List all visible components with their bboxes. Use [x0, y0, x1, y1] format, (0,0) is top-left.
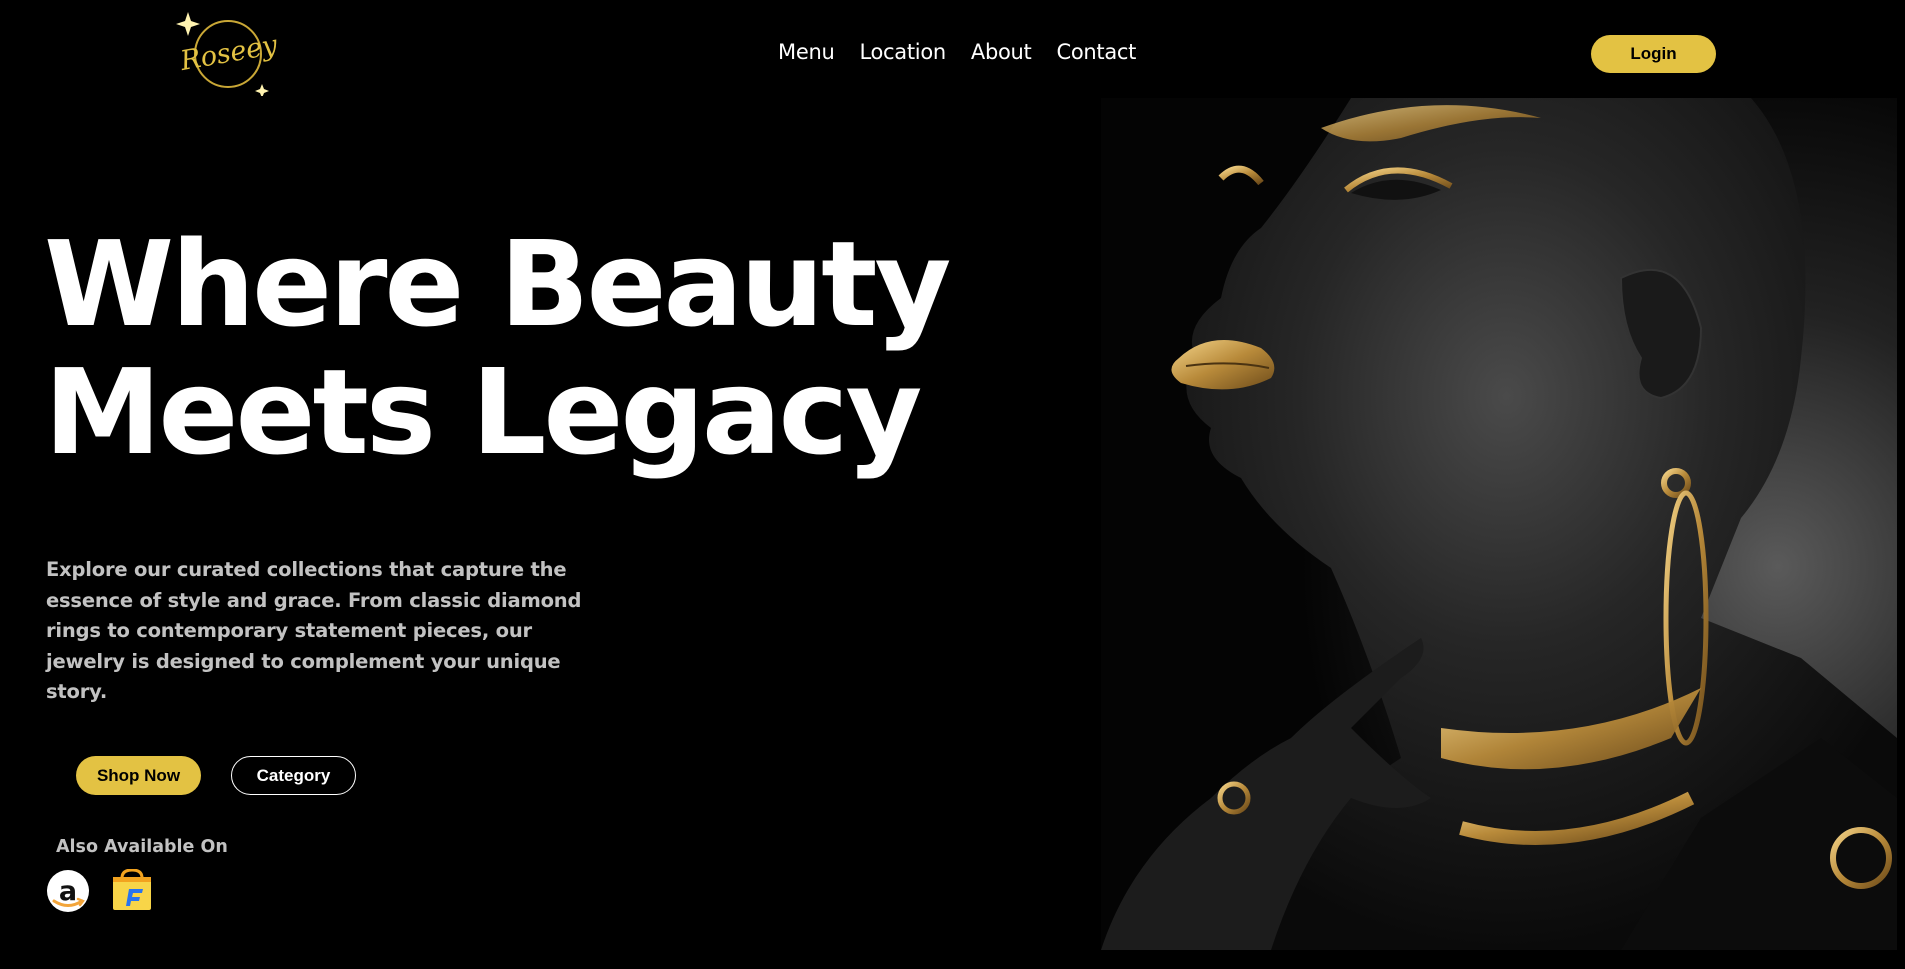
category-button[interactable]: Category: [231, 756, 356, 795]
main-nav: Menu Location About Contact: [778, 40, 1136, 64]
nav-item-contact[interactable]: Contact: [1056, 40, 1136, 64]
brand-logo-text: Roseey: [177, 29, 280, 77]
also-available-label: Also Available On: [56, 837, 228, 857]
hero-title-line-1: Where Beauty: [44, 215, 951, 353]
flipkart-icon[interactable]: [110, 869, 154, 911]
nav-item-menu[interactable]: Menu: [778, 40, 835, 64]
hero-description: Explore our curated collections that cap…: [46, 558, 582, 703]
hero-title-line-2: Meets Legacy: [44, 343, 922, 481]
hero-title: Where Beauty Meets Legacy: [44, 220, 951, 476]
nav-item-location[interactable]: Location: [859, 40, 946, 64]
login-button[interactable]: Login: [1591, 35, 1716, 73]
shop-now-button[interactable]: Shop Now: [76, 756, 201, 795]
nav-item-about[interactable]: About: [971, 40, 1032, 64]
amazon-icon[interactable]: a: [45, 869, 93, 913]
hero-portrait-image: [1101, 98, 1897, 950]
brand-logo[interactable]: Roseey: [172, 4, 282, 96]
svg-text:a: a: [59, 876, 77, 907]
